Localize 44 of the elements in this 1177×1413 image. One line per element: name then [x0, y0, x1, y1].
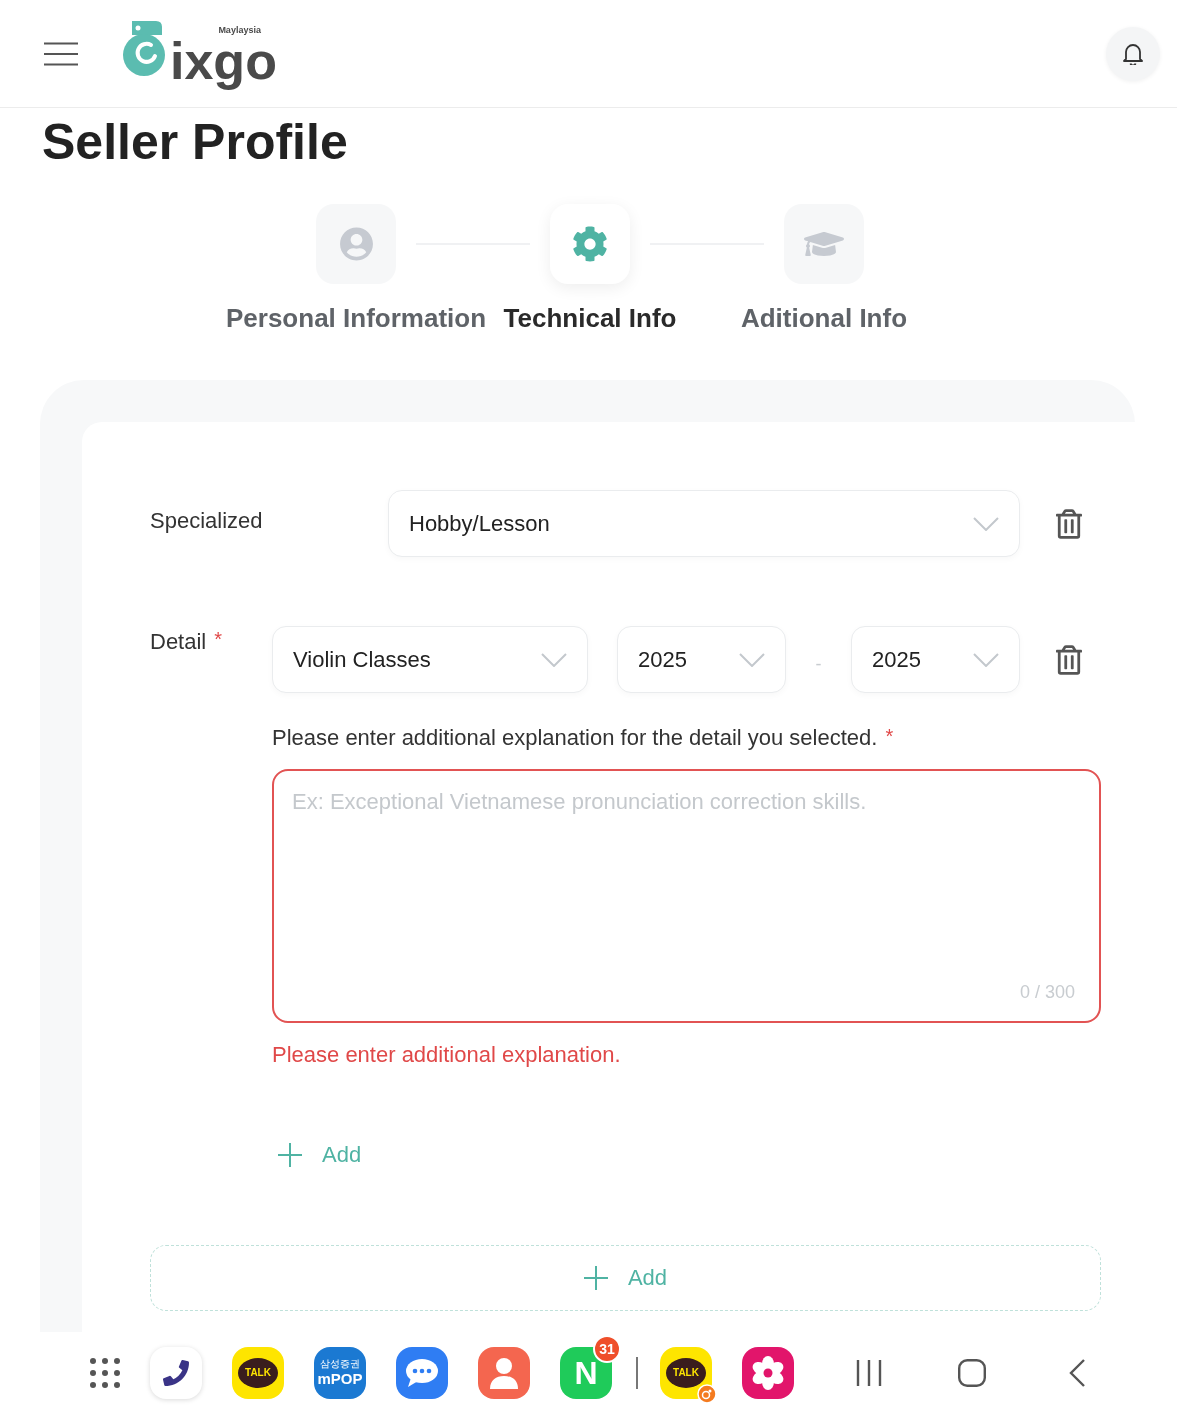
- step-tile[interactable]: [550, 204, 630, 284]
- trash-icon[interactable]: [1056, 508, 1082, 539]
- chevron-down-icon: [541, 652, 567, 667]
- logo-region-text: Maylaysia: [218, 24, 261, 35]
- chevron-down-icon: [973, 652, 999, 667]
- notifications-button[interactable]: [1106, 26, 1160, 81]
- user-icon: [339, 227, 373, 261]
- gear-icon: [572, 226, 608, 262]
- year-select[interactable]: 2025: [617, 626, 786, 693]
- logo-mark-icon: [122, 20, 168, 77]
- step-tile[interactable]: [316, 204, 396, 284]
- recent-apps-icon[interactable]: [856, 1359, 882, 1386]
- specialized-select[interactable]: Hobby/Lesson: [388, 490, 1020, 557]
- plus-icon: [583, 1266, 608, 1290]
- detail-select[interactable]: Violin Classes: [272, 626, 588, 693]
- step-label: Technical Info: [503, 302, 677, 334]
- talk-app-button[interactable]: TALK: [232, 1346, 284, 1399]
- bell-icon: [1123, 42, 1143, 65]
- chat-app-icon[interactable]: [396, 1346, 448, 1399]
- range-separator: -: [814, 653, 823, 676]
- step-label: Personal Information: [226, 302, 487, 334]
- flower-app-icon[interactable]: [742, 1346, 794, 1399]
- required-mark: *: [214, 627, 223, 652]
- home-icon[interactable]: [958, 1358, 986, 1387]
- step-label: Aditional Info: [740, 302, 908, 334]
- plus-icon: [278, 1143, 302, 1167]
- trash-icon[interactable]: [1056, 644, 1082, 675]
- notification-badge: 31: [593, 1334, 621, 1363]
- page-title: Seller Profile: [41, 113, 349, 172]
- phone-app-icon[interactable]: [150, 1346, 202, 1399]
- back-icon[interactable]: [1069, 1358, 1085, 1387]
- explanation-label: Please enter additional explanation for the detail you selected.: [272, 724, 878, 752]
- app-grid-icon[interactable]: [90, 1357, 120, 1388]
- required-mark: *: [885, 724, 894, 749]
- chevron-down-icon: [739, 652, 765, 667]
- step-tile[interactable]: [784, 204, 864, 284]
- field-label: Detail: [150, 628, 207, 656]
- year-select[interactable]: 2025: [851, 626, 1020, 693]
- chevron-down-icon: [973, 516, 999, 531]
- menu-icon[interactable]: [44, 41, 78, 66]
- pop-app-button[interactable]: 삼성증권 mPOP: [314, 1346, 366, 1399]
- field-label: Specialized: [150, 506, 264, 535]
- contacts-app-icon[interactable]: [478, 1346, 530, 1399]
- error-message: Please enter additional explanation.: [272, 1041, 622, 1069]
